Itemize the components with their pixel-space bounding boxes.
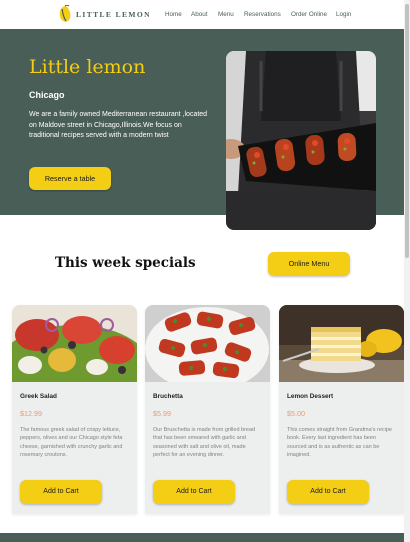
add-to-cart-button[interactable]: Add to Cart xyxy=(153,480,235,504)
card-price: $12.99 xyxy=(20,409,42,418)
nav-reservations[interactable]: Reservations xyxy=(244,11,281,18)
special-card-greek-salad: Greek Salad $12.99 The famous greek sala… xyxy=(12,305,137,514)
hero-city: Chicago xyxy=(29,90,65,100)
hero-description: We are a family owned Mediterranean rest… xyxy=(29,111,208,139)
nav-menu[interactable]: Menu xyxy=(218,11,234,18)
card-title: Lemon Dessert xyxy=(287,393,334,400)
online-menu-button[interactable]: Online Menu xyxy=(268,252,350,276)
lemon-dessert-image xyxy=(279,305,404,382)
card-price: $5.00 xyxy=(287,409,305,418)
special-card-lemon-dessert: Lemon Dessert $5.00 This comes straight … xyxy=(279,305,404,514)
card-description: Our Bruschetta is made from grilled brea… xyxy=(153,427,256,459)
card-description: The famous greek salad of crispy lettuce… xyxy=(20,427,123,459)
nav-home[interactable]: Home xyxy=(165,11,182,18)
card-price: $5.99 xyxy=(153,409,171,418)
nav-about[interactable]: About xyxy=(191,11,207,18)
bruschetta-image xyxy=(145,305,270,382)
card-title: Bruchetta xyxy=(153,393,183,400)
card-title: Greek Salad xyxy=(20,393,57,400)
card-description: This comes straight from Grandma's recip… xyxy=(287,427,392,459)
footer xyxy=(0,533,404,542)
add-to-cart-button[interactable]: Add to Cart xyxy=(287,480,369,504)
nav-login[interactable]: Login xyxy=(336,11,351,18)
main-nav: Home About Menu Reservations Order Onlin… xyxy=(0,11,404,21)
add-to-cart-button[interactable]: Add to Cart xyxy=(20,480,102,504)
hero-image xyxy=(226,51,376,230)
greek-salad-image xyxy=(12,305,137,382)
scrollbar-thumb[interactable] xyxy=(405,4,409,258)
reserve-table-button[interactable]: Reserve a table xyxy=(29,167,111,190)
scrollbar[interactable] xyxy=(404,0,410,542)
hero-title: Little lemon xyxy=(29,56,146,78)
site-header: LITTLE LEMON Home About Menu Reservation… xyxy=(0,0,404,29)
specials-title: This week specials xyxy=(55,255,196,271)
special-card-bruchetta: Bruchetta $5.99 Our Bruschetta is made f… xyxy=(145,305,270,514)
nav-order-online[interactable]: Order Online xyxy=(291,11,327,18)
